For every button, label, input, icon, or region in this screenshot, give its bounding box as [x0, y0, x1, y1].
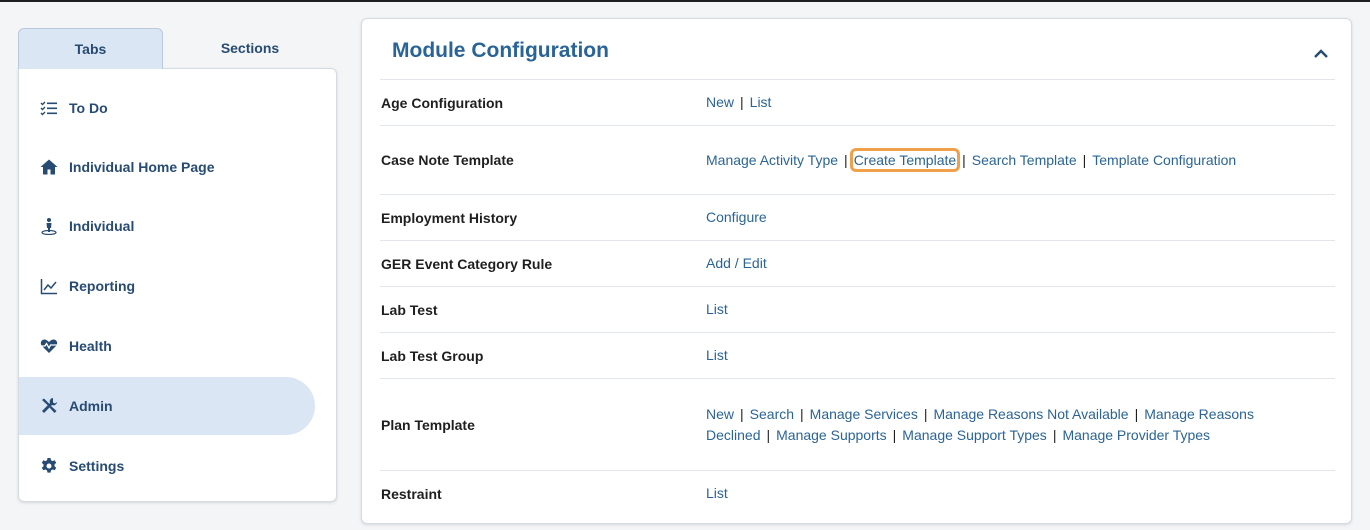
sidebar-item-health[interactable]: Health: [19, 317, 315, 375]
person-icon: [39, 216, 59, 236]
link-list[interactable]: List: [750, 94, 772, 110]
row-links: Add / Edit: [706, 253, 1266, 274]
sidebar-item-label: To Do: [69, 100, 108, 116]
row-label: Lab Test: [381, 301, 438, 318]
heartbeat-icon: [39, 336, 59, 356]
link-new[interactable]: New: [706, 94, 734, 110]
row-links: Configure: [706, 207, 1266, 228]
collapse-button[interactable]: [1312, 45, 1330, 63]
sidebar-item-label: Reporting: [69, 278, 136, 294]
sidebar-tabbar: Tabs Sections: [18, 28, 337, 69]
link-manage-supports[interactable]: Manage Supports: [776, 427, 887, 443]
sidebar-item-to-do[interactable]: To Do: [19, 79, 315, 137]
link-search[interactable]: Search: [750, 406, 794, 422]
chevron-up-icon: [1314, 49, 1328, 58]
row-label: Case Note Template: [381, 152, 514, 168]
link-manage-provider-types[interactable]: Manage Provider Types: [1062, 427, 1210, 443]
row-links: List: [706, 345, 1266, 366]
chart-line-icon: [39, 276, 59, 296]
link-add-edit[interactable]: Add / Edit: [706, 255, 767, 271]
sidebar-item-individual-home-page[interactable]: Individual Home Page: [19, 138, 315, 196]
table-row: GER Event Category Rule Add / Edit: [380, 240, 1335, 286]
sidebar: Tabs Sections To Do Individual Home Page…: [18, 28, 337, 502]
link-new[interactable]: New: [706, 406, 734, 422]
home-icon: [39, 157, 59, 177]
link-list[interactable]: List: [706, 485, 728, 501]
table-row: Case Note Template Manage Activity Type |…: [380, 125, 1335, 194]
sidebar-item-reporting[interactable]: Reporting: [19, 257, 315, 315]
tab-sections[interactable]: Sections: [163, 28, 337, 68]
tools-icon: [39, 396, 59, 416]
row-label: Age Configuration: [381, 94, 504, 111]
table-row: Employment History Configure: [380, 194, 1335, 240]
checklist-icon: [39, 98, 59, 118]
row-links: New | List: [706, 94, 772, 110]
sidebar-item-settings[interactable]: Settings: [19, 437, 315, 495]
link-manage-activity-type[interactable]: Manage Activity Type: [706, 152, 838, 168]
tab-tabs[interactable]: Tabs: [18, 28, 163, 69]
row-links: New | Search | Manage Services | Manage Reason…: [706, 405, 1254, 443]
row-label: Restraint: [381, 485, 442, 502]
sidebar-item-label: Settings: [69, 458, 125, 474]
row-links: List: [706, 483, 1266, 504]
sidebar-item-label: Health: [69, 338, 112, 354]
table-row: Lab Test List: [380, 286, 1335, 332]
table-row: Lab Test Group List: [380, 332, 1335, 378]
top-rule: [0, 0, 1370, 2]
link-manage-support-types[interactable]: Manage Support Types: [902, 427, 1047, 443]
row-label: Employment History: [381, 209, 518, 226]
table-row: Plan Template New | Search | Manage Services…: [380, 378, 1335, 470]
page-title: Module Configuration: [392, 39, 609, 62]
sidebar-item-label: Individual Home Page: [69, 159, 215, 175]
link-manage-services[interactable]: Manage Services: [810, 406, 918, 422]
row-label: Lab Test Group: [381, 347, 484, 364]
sidebar-item-admin[interactable]: Admin: [19, 377, 315, 435]
module-configuration-panel: Module Configuration Age Configuration N…: [361, 18, 1352, 524]
row-label: GER Event Category Rule: [381, 255, 553, 272]
nav-panel: To Do Individual Home Page Individual Re…: [18, 68, 337, 502]
link-list[interactable]: List: [706, 301, 728, 317]
link-template-configuration[interactable]: Template Configuration: [1092, 152, 1236, 168]
gear-icon: [39, 456, 59, 476]
link-create-template[interactable]: Create Template: [849, 147, 961, 172]
row-links: Manage Activity Type | Create Template | Sea…: [706, 147, 1237, 172]
sidebar-item-label: Individual: [69, 218, 135, 234]
sidebar-item-individual[interactable]: Individual: [19, 197, 315, 255]
link-list[interactable]: List: [706, 347, 728, 363]
row-label: Plan Template: [381, 416, 475, 433]
table-row: Age Configuration New | List: [380, 79, 1335, 125]
sidebar-item-label: Admin: [69, 398, 113, 414]
table-row: Restraint List: [380, 470, 1335, 516]
link-configure[interactable]: Configure: [706, 209, 767, 225]
row-links: List: [706, 299, 1266, 320]
link-manage-reasons-not-available[interactable]: Manage Reasons Not Available: [933, 406, 1128, 422]
link-search-template[interactable]: Search Template: [972, 152, 1077, 168]
